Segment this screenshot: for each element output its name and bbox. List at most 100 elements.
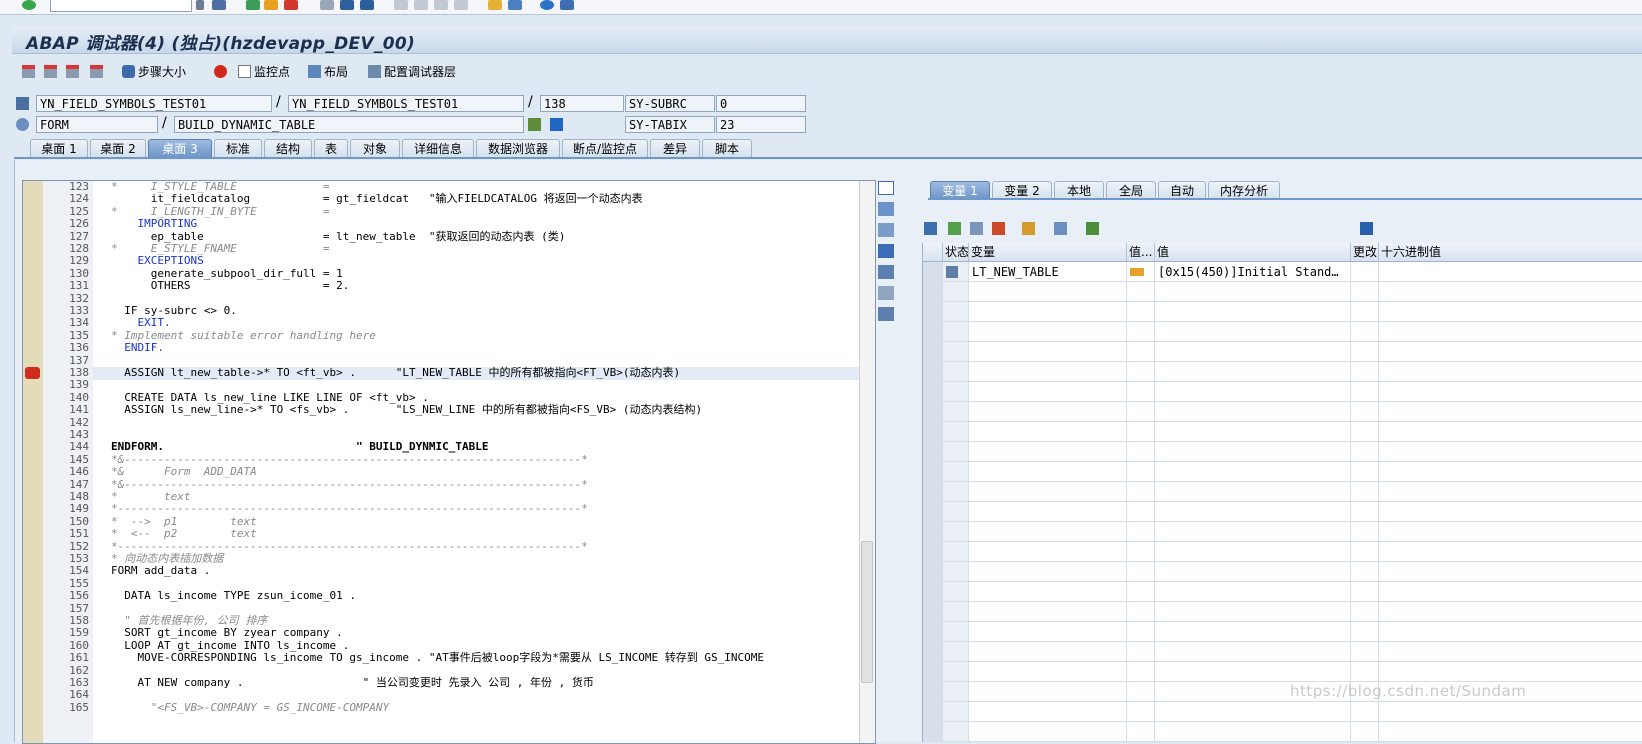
code-line[interactable]: ENDIF. <box>111 341 164 354</box>
grid-cell[interactable] <box>969 302 1127 322</box>
grid-cell[interactable] <box>969 462 1127 482</box>
row-selector[interactable] <box>923 602 943 622</box>
grid-cell[interactable] <box>943 562 969 582</box>
grid-cell[interactable] <box>1351 662 1379 682</box>
row-selector[interactable] <box>923 382 943 402</box>
grid-cell[interactable] <box>1127 522 1155 542</box>
grid-cell[interactable] <box>1379 722 1642 742</box>
layout-button[interactable]: 布局 <box>308 63 348 79</box>
grid-cell[interactable] <box>1155 522 1351 542</box>
row-selector[interactable] <box>923 362 943 382</box>
grid-cell[interactable] <box>1127 702 1155 722</box>
row-selector[interactable] <box>923 402 943 422</box>
header-hex[interactable]: 十六进制值 <box>1379 243 1642 262</box>
customize-icon[interactable] <box>560 0 574 10</box>
row-selector[interactable] <box>923 462 943 482</box>
row-selector[interactable] <box>923 642 943 662</box>
grid-cell[interactable] <box>1351 602 1379 622</box>
grid-cell[interactable] <box>969 442 1127 462</box>
variables-grid[interactable]: 状态 变量 值... 值 更改 十六进制值 LT_NEW_TABLE [0x15(… <box>922 243 1642 742</box>
grid-cell[interactable] <box>969 502 1127 522</box>
grid-cell[interactable]: [0x15(450)]Initial Stand… <box>1155 262 1351 282</box>
code-line[interactable]: EXCEPTIONS <box>111 254 203 267</box>
grid-cell[interactable] <box>1379 702 1642 722</box>
check-icon[interactable] <box>22 0 36 10</box>
grid-cell[interactable] <box>1379 422 1642 442</box>
header-changed[interactable]: 更改 <box>1351 243 1379 262</box>
tab-variables-2[interactable]: 变量 2 <box>992 181 1052 199</box>
grid-cell[interactable] <box>1127 482 1155 502</box>
grid-cell[interactable] <box>1155 402 1351 422</box>
grid-cell[interactable] <box>969 582 1127 602</box>
step-into-button[interactable] <box>22 63 35 79</box>
include-field[interactable]: YN_FIELD_SYMBOLS_TEST01 <box>288 95 524 112</box>
grid-cell[interactable] <box>969 482 1127 502</box>
grid-cell[interactable] <box>1351 562 1379 582</box>
next-page-icon[interactable] <box>434 0 448 10</box>
grid-cell[interactable] <box>1351 302 1379 322</box>
grid-cell[interactable] <box>943 302 969 322</box>
code-line[interactable]: * <-- p2 text <box>111 527 257 540</box>
transfer-icon[interactable] <box>1054 222 1067 235</box>
tab-memory-analysis[interactable]: 内存分析 <box>1208 181 1280 199</box>
tab-desktop-1[interactable]: 桌面 1 <box>30 139 88 157</box>
grid-cell[interactable] <box>943 282 969 302</box>
grid-cell[interactable] <box>1351 502 1379 522</box>
grid-cell[interactable] <box>969 562 1127 582</box>
grid-cell[interactable] <box>1379 622 1642 642</box>
row-selector[interactable] <box>923 522 943 542</box>
grid-cell[interactable] <box>1351 642 1379 662</box>
grid-cell[interactable] <box>1127 402 1155 422</box>
row-selector[interactable] <box>923 622 943 642</box>
tab-breakpoints[interactable]: 断点/监控点 <box>562 139 648 157</box>
grid-cell[interactable] <box>1155 462 1351 482</box>
grid-cell[interactable] <box>1379 642 1642 662</box>
grid-cell[interactable] <box>943 262 969 282</box>
grid-cell[interactable] <box>1127 462 1155 482</box>
save-icon[interactable] <box>212 0 226 10</box>
grid-cell[interactable] <box>969 362 1127 382</box>
insert-row-icon[interactable] <box>948 222 961 235</box>
row-selector[interactable] <box>923 302 943 322</box>
code-line[interactable]: DATA ls_income TYPE zsun_icome_01 . <box>111 589 356 602</box>
grid-cell[interactable] <box>1351 402 1379 422</box>
grid-cell[interactable] <box>1127 562 1155 582</box>
grid-cell[interactable] <box>1351 422 1379 442</box>
watchpoints-button[interactable]: 监控点 <box>238 63 290 79</box>
grid-cell[interactable] <box>1351 522 1379 542</box>
grid-cell[interactable] <box>1155 722 1351 742</box>
grid-cell[interactable] <box>1351 482 1379 502</box>
grid-cell[interactable] <box>943 502 969 522</box>
remove-row-icon[interactable] <box>992 222 1005 235</box>
grid-cell[interactable] <box>943 442 969 462</box>
grid-cell[interactable] <box>1379 322 1642 342</box>
grid-cell[interactable] <box>1351 542 1379 562</box>
grid-cell[interactable] <box>969 522 1127 542</box>
tab-standard[interactable]: 标准 <box>214 139 262 157</box>
grid-cell[interactable] <box>1155 362 1351 382</box>
swap-tool-icon[interactable] <box>878 265 894 279</box>
step-size-button[interactable]: 步骤大小 <box>122 63 186 79</box>
services-tool-icon[interactable] <box>878 286 894 300</box>
grid-cell[interactable] <box>969 282 1127 302</box>
tab-locals[interactable]: 本地 <box>1054 181 1104 199</box>
grid-cell[interactable] <box>1351 262 1379 282</box>
tab-variables-1[interactable]: 变量 1 <box>930 181 990 199</box>
row-selector[interactable] <box>923 442 943 462</box>
grid-cell[interactable] <box>969 422 1127 442</box>
new-tool-icon[interactable] <box>878 202 894 216</box>
grid-cell[interactable] <box>1351 722 1379 742</box>
grid-cell[interactable] <box>943 722 969 742</box>
grid-cell[interactable] <box>1127 422 1155 442</box>
header-status[interactable]: 状态 <box>943 243 969 262</box>
expand-icon[interactable] <box>1022 222 1035 235</box>
grid-cell[interactable] <box>943 482 969 502</box>
grid-cell[interactable] <box>1155 482 1351 502</box>
grid-cell[interactable] <box>1155 502 1351 522</box>
command-field[interactable] <box>50 0 192 12</box>
grid-cell[interactable] <box>1379 302 1642 322</box>
row-selector[interactable] <box>923 422 943 442</box>
grid-cell[interactable] <box>943 402 969 422</box>
row-selector[interactable] <box>923 502 943 522</box>
header-value-type[interactable]: 值... <box>1127 243 1155 262</box>
